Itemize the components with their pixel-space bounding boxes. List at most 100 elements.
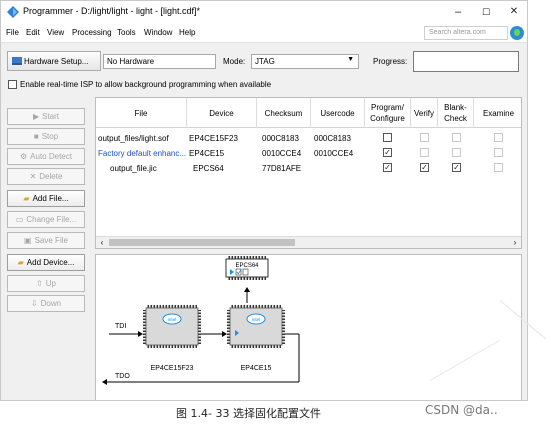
search-globe-icon[interactable] (510, 26, 524, 40)
col-file[interactable]: File (96, 98, 187, 128)
row-checksum: 0010CCE4 (262, 149, 302, 158)
add-file-label: Add File... (32, 194, 69, 203)
row-device: EPCS64 (193, 164, 224, 173)
row-checksum: 77D81AFE (262, 164, 302, 173)
col-verify[interactable]: Verify (411, 98, 438, 128)
close-button[interactable]: ✕ (501, 4, 527, 20)
mode-value: JTAG (255, 57, 275, 66)
mode-select[interactable]: JTAG ▼ (251, 54, 359, 69)
program-checkbox[interactable] (383, 148, 392, 157)
up-label: Up (45, 279, 56, 288)
add-device-label: Add Device... (26, 258, 75, 267)
add-device-icon: ▰ (17, 258, 24, 267)
scroll-left-icon[interactable]: ‹ (96, 237, 108, 248)
hardware-field: No Hardware (103, 54, 216, 69)
add-file-button[interactable]: ▰ Add File... (7, 190, 85, 207)
hardware-setup-button[interactable]: Hardware Setup... (7, 51, 101, 71)
delete-label: Delete (39, 172, 63, 181)
blank-check-checkbox (452, 133, 461, 142)
add-device-button[interactable]: ▰ Add Device... (7, 254, 85, 271)
row-device: EP4CE15F23 (189, 134, 238, 143)
minimize-button[interactable]: – (445, 4, 471, 20)
chip1-label: EP4CE15F23 (151, 365, 194, 372)
examine-checkbox (494, 133, 503, 142)
add-file-icon: ▰ (23, 194, 30, 203)
flash-chip-label: EPCS64 (235, 263, 259, 269)
col-program-configure[interactable]: Program/ Configure (365, 98, 411, 128)
start-icon: ▶ (32, 112, 40, 121)
window-title: Programmer - D:/light/light - light - [l… (23, 6, 201, 16)
programmer-app-icon (7, 6, 19, 18)
stop-icon: ■ (33, 132, 39, 141)
realtime-isp-option[interactable]: Enable real-time ISP to allow background… (8, 80, 271, 89)
menu-view[interactable]: View (47, 28, 64, 37)
col-blank-check[interactable]: Blank-Check (438, 98, 474, 128)
auto-detect-icon: ⚙ (20, 152, 28, 161)
row-file: output_file.jic (110, 164, 157, 173)
row-file: output_files/light.sof (98, 134, 169, 143)
epcs64-flash-chip[interactable]: EPCS64 (225, 256, 269, 280)
menu-help[interactable]: Help (179, 28, 195, 37)
watermark: CSDN @da.. (425, 403, 498, 417)
mode-label: Mode: (223, 57, 246, 66)
col-device[interactable]: Device (187, 98, 257, 128)
menu-processing[interactable]: Processing (72, 28, 112, 37)
menu-tools[interactable]: Tools (117, 28, 136, 37)
stop-button[interactable]: ■ Stop (7, 128, 85, 145)
auto-detect-button[interactable]: ⚙ Auto Detect (7, 148, 85, 165)
programmer-window: Programmer - D:/light/light - light - [l… (0, 0, 528, 401)
intel-logo-text: intel (168, 317, 176, 322)
delete-button[interactable]: ✕ Delete (7, 168, 85, 185)
flash-document-icon (242, 268, 249, 276)
dropdown-caret-icon: ▼ (347, 56, 354, 63)
hardware-setup-label: Hardware Setup... (24, 57, 89, 66)
menu-file[interactable]: File (6, 28, 19, 37)
tdi-label: TDI (115, 323, 126, 330)
verify-checkbox[interactable] (420, 163, 429, 172)
program-checkbox[interactable] (383, 133, 392, 142)
intel-logo-text: intel (252, 317, 260, 322)
col-checksum[interactable]: Checksum (257, 98, 311, 128)
maximize-button[interactable]: ☐ (473, 4, 499, 20)
down-button[interactable]: ⇩ Down (7, 295, 85, 312)
blank-check-checkbox[interactable] (452, 163, 461, 172)
search-input[interactable]: Search altera.com (424, 26, 508, 40)
save-file-icon: ▣ (24, 236, 32, 245)
table-header: File Device Checksum Usercode Program/ C… (96, 98, 521, 128)
jtag-chain-diagram: EPCS64 intel EP4CE15F23 intel EP4CE15 TD… (95, 254, 522, 400)
tdo-label: TDO (115, 373, 130, 380)
change-file-label: Change File... (26, 215, 77, 224)
row-device: EP4CE15 (189, 149, 225, 158)
title-bar: Programmer - D:/light/light - light - [l… (1, 1, 527, 23)
scroll-right-icon[interactable]: › (509, 237, 521, 248)
start-button[interactable]: ▶ Start (7, 108, 85, 125)
scrollbar-thumb[interactable] (109, 239, 295, 246)
verify-checkbox (420, 133, 429, 142)
figure-caption: 图 1.4- 33 选择固化配置文件 (176, 407, 321, 420)
menu-window[interactable]: Window (144, 28, 172, 37)
examine-checkbox (494, 148, 503, 157)
auto-detect-label: Auto Detect (30, 152, 72, 161)
up-button[interactable]: ⇧ Up (7, 275, 85, 292)
save-file-button[interactable]: ▣ Save File (7, 232, 85, 249)
ep4ce15-chip[interactable]: intel EP4CE15 (227, 305, 285, 372)
col-examine[interactable]: Examine (474, 98, 521, 128)
ep4ce15f23-chip[interactable]: intel EP4CE15F23 (143, 305, 201, 372)
realtime-isp-checkbox[interactable] (8, 80, 17, 89)
change-file-button[interactable]: ▭ Change File... (7, 211, 85, 228)
menu-edit[interactable]: Edit (26, 28, 40, 37)
save-file-label: Save File (34, 236, 68, 245)
horizontal-scrollbar[interactable]: ‹ › (96, 236, 521, 248)
down-icon: ⇩ (30, 299, 38, 308)
change-file-icon: ▭ (15, 215, 24, 224)
col-usercode[interactable]: Usercode (311, 98, 365, 128)
delete-icon: ✕ (29, 172, 37, 181)
start-label: Start (42, 112, 60, 121)
realtime-isp-label: Enable real-time ISP to allow background… (20, 80, 272, 89)
progress-bar (413, 51, 519, 72)
row-checksum: 000C8183 (262, 134, 299, 143)
file-table: File Device Checksum Usercode Program/ C… (95, 97, 522, 249)
row-usercode: 000C8183 (314, 134, 351, 143)
program-checkbox[interactable] (383, 163, 392, 172)
verify-checkbox (420, 148, 429, 157)
